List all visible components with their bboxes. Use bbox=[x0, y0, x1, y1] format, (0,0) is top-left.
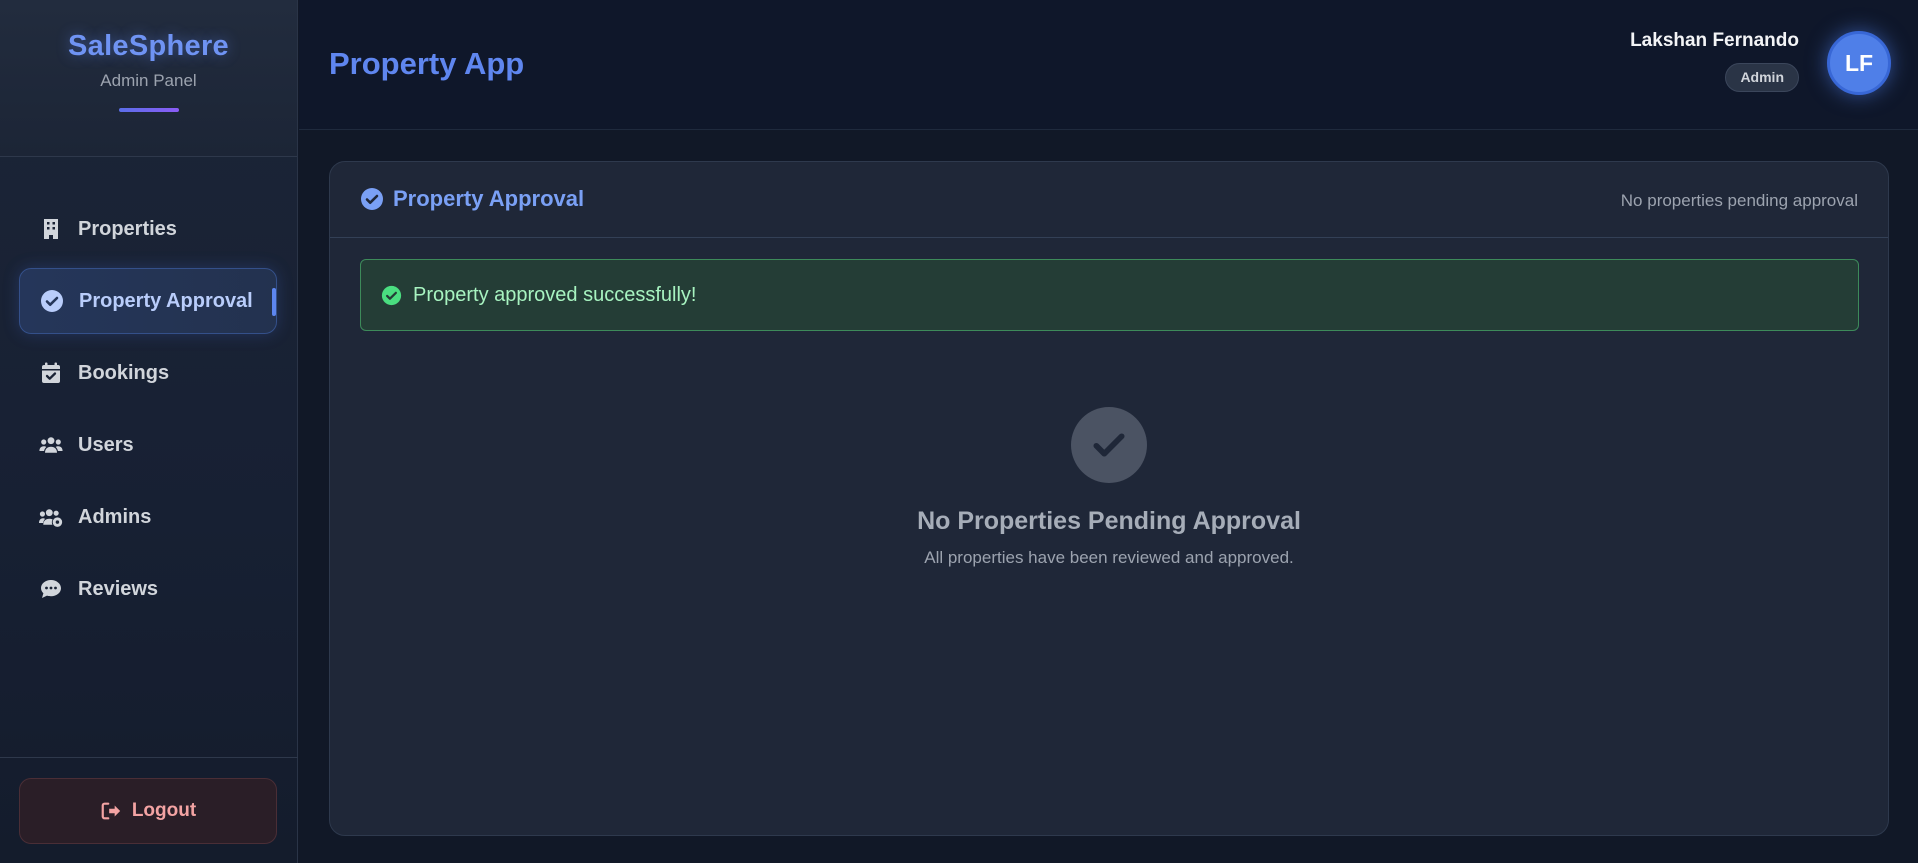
sidebar-item-admins[interactable]: Admins bbox=[19, 484, 277, 550]
empty-state-subtitle: All properties have been reviewed and ap… bbox=[924, 548, 1294, 567]
property-approval-card: Property Approval No properties pending … bbox=[329, 161, 1889, 836]
sidebar-item-label: Users bbox=[78, 433, 134, 456]
empty-state-title: No Properties Pending Approval bbox=[917, 507, 1301, 535]
sidebar-item-bookings[interactable]: Bookings bbox=[19, 340, 277, 406]
card-title-text: Property Approval bbox=[393, 186, 585, 211]
card-title: Property Approval bbox=[360, 186, 584, 212]
sidebar-item-property-approval[interactable]: Property Approval bbox=[19, 268, 277, 334]
sidebar-item-reviews[interactable]: Reviews bbox=[19, 556, 277, 622]
success-alert-text: Property approved successfully! bbox=[413, 283, 697, 306]
checkmark-icon bbox=[1071, 407, 1147, 483]
success-alert: Property approved successfully! bbox=[360, 259, 1859, 331]
brand-subtitle: Admin Panel bbox=[100, 71, 197, 90]
sidebar-item-label: Admins bbox=[78, 505, 152, 528]
sidebar-item-label: Reviews bbox=[78, 577, 159, 600]
role-badge: Admin bbox=[1725, 63, 1799, 92]
logout-label: Logout bbox=[131, 800, 197, 821]
sidebar-item-users[interactable]: Users bbox=[19, 412, 277, 478]
logout-icon bbox=[101, 802, 120, 820]
sidebar-footer: Logout bbox=[0, 757, 298, 863]
users-icon bbox=[38, 432, 64, 458]
top-header: Property App Lakshan Fernando Admin LF bbox=[299, 0, 1918, 130]
calendar-check-icon bbox=[38, 360, 64, 386]
brand-accent-bar bbox=[118, 108, 179, 112]
sidebar-item-label: Bookings bbox=[78, 361, 170, 384]
brand: SaleSphere Admin Panel bbox=[0, 0, 297, 157]
empty-state: No Properties Pending Approval All prope… bbox=[330, 407, 1888, 568]
comments-icon bbox=[38, 576, 64, 602]
check-circle-icon bbox=[381, 285, 402, 305]
sidebar-item-label: Property Approval bbox=[79, 289, 253, 312]
app-title: Property App bbox=[329, 46, 525, 81]
avatar[interactable]: LF bbox=[1827, 31, 1891, 95]
sidebar-item-properties[interactable]: Properties bbox=[19, 196, 277, 262]
sidebar: SaleSphere Admin Panel Properties Proper… bbox=[0, 0, 298, 863]
users-gear-icon bbox=[38, 504, 64, 530]
card-header: Property Approval No properties pending … bbox=[330, 162, 1888, 238]
logout-button[interactable]: Logout bbox=[19, 778, 277, 844]
user-name: Lakshan Fernando bbox=[1630, 30, 1799, 51]
building-icon bbox=[38, 216, 64, 242]
check-circle-icon bbox=[361, 188, 383, 210]
brand-title[interactable]: SaleSphere bbox=[0, 30, 297, 63]
sidebar-item-label: Properties bbox=[78, 217, 177, 240]
pending-status-text: No properties pending approval bbox=[1620, 191, 1858, 210]
sidebar-nav: Properties Property Approval Bookings Us… bbox=[19, 196, 277, 628]
check-circle-icon bbox=[39, 288, 65, 314]
